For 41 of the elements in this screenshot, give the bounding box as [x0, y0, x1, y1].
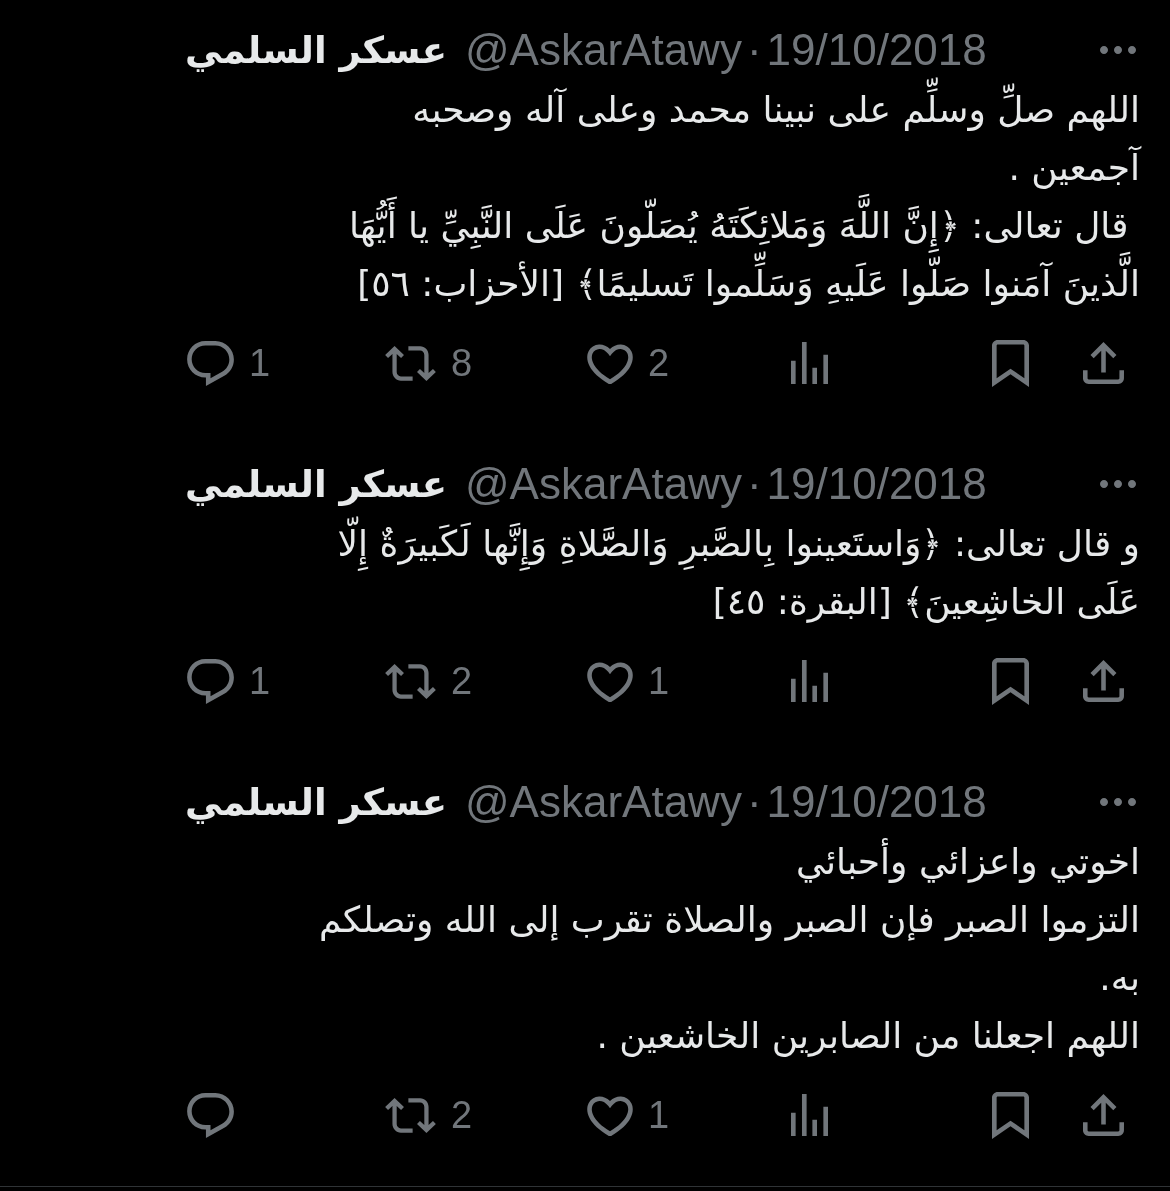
reply-button[interactable]: 1	[187, 658, 271, 704]
bar-chart-icon[interactable]	[791, 342, 828, 384]
reply-button[interactable]	[187, 1092, 234, 1138]
share-icon[interactable]	[1083, 660, 1124, 702]
heart-icon	[587, 1094, 633, 1136]
repeat-arrows-icon	[385, 663, 436, 699]
heart-icon	[587, 660, 633, 702]
repeat-arrows-icon	[385, 1097, 436, 1133]
post-date[interactable]: 19/10/2018	[766, 28, 987, 72]
post-date[interactable]: 19/10/2018	[766, 462, 987, 506]
more-icon[interactable]	[1100, 798, 1136, 806]
share-icon[interactable]	[1083, 1094, 1124, 1136]
heart-icon	[587, 342, 633, 384]
speech-bubble-icon	[187, 1092, 234, 1138]
speech-bubble-icon	[187, 658, 234, 704]
bar-chart-icon[interactable]	[791, 660, 828, 702]
repost-button[interactable]: 2	[385, 662, 473, 700]
speech-bubble-icon	[187, 340, 234, 386]
user-handle[interactable]: @AskarAtawy	[464, 28, 742, 72]
like-button[interactable]: 1	[587, 1094, 670, 1136]
post-text: اخوتي واعزائي وأحبائي التزموا الصبر فإن الصبر والصلاة تقرب إلى الله وتصلكم به. اللهم اجعلنا من الصابرين الخاشعين .	[185, 833, 1140, 1065]
date-separator: ·	[746, 28, 762, 72]
more-icon[interactable]	[1100, 46, 1136, 54]
user-handle[interactable]: @AskarAtawy	[464, 462, 742, 506]
like-button[interactable]: 1	[587, 660, 670, 702]
date-separator: ·	[746, 462, 762, 506]
post-date[interactable]: 19/10/2018	[766, 780, 987, 824]
post-text: و قال تعالى: ﴿وَاستَعينوا بِالصَّبرِ وَالصَّلاةِ وَإِنَّها لَكَبيرَةٌ إِلّا عَلَى الخاشِعينَ﴾ [البقرة: ٤٥]	[185, 515, 1140, 631]
repost-button[interactable]: 8	[385, 344, 473, 382]
more-icon[interactable]	[1100, 480, 1136, 488]
repeat-arrows-icon	[385, 345, 436, 381]
bookmark-icon[interactable]	[992, 1091, 1029, 1139]
share-icon[interactable]	[1083, 342, 1124, 384]
date-separator: ·	[746, 780, 762, 824]
like-button[interactable]: 2	[587, 342, 670, 384]
bookmark-icon[interactable]	[992, 339, 1029, 387]
user-handle[interactable]: @AskarAtawy	[464, 780, 742, 824]
bookmark-icon[interactable]	[992, 657, 1029, 705]
repost-button[interactable]: 2	[385, 1096, 473, 1134]
bar-chart-icon[interactable]	[791, 1094, 828, 1136]
reply-button[interactable]: 1	[187, 340, 271, 386]
